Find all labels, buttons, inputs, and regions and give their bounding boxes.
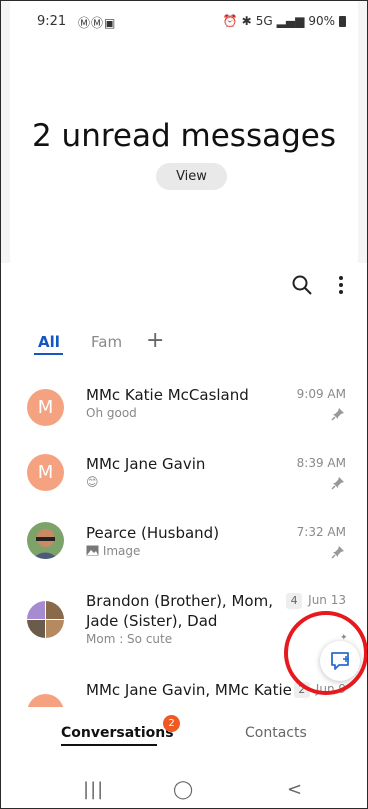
recents-button[interactable]: ||| bbox=[83, 779, 104, 800]
conversation-row[interactable]: M MMc Jane Gavin 😊 8:39 AM bbox=[1, 451, 367, 521]
message-count-badge: 4 bbox=[286, 593, 303, 609]
status-time: 9:21 bbox=[37, 14, 67, 29]
network-label: 5G bbox=[255, 14, 273, 28]
conversation-name: MMc Jane Gavin, MMc Katie bbox=[86, 681, 292, 699]
tab-fam[interactable]: Fam bbox=[91, 333, 122, 351]
more-options-icon[interactable] bbox=[334, 274, 348, 296]
view-button[interactable]: View bbox=[156, 163, 227, 190]
avatar: M bbox=[27, 389, 64, 426]
highlight-circle bbox=[284, 611, 367, 695]
phone-screen: 9:21 ⓂⓂ▣ ⏰ ✱ 5G ▂▄▆ 90% 2 unread message… bbox=[0, 0, 368, 809]
tab-contacts[interactable]: Contacts bbox=[245, 725, 307, 741]
search-icon[interactable] bbox=[291, 274, 313, 296]
pin-icon bbox=[331, 477, 344, 490]
tab-all[interactable]: All bbox=[38, 333, 60, 351]
avatar: M bbox=[27, 454, 64, 491]
home-button[interactable]: ◯ bbox=[173, 779, 193, 800]
conversation-name: MMc Jane Gavin bbox=[86, 455, 206, 473]
battery-icon bbox=[339, 15, 346, 27]
battery-percent: 90% bbox=[308, 14, 335, 28]
conversation-preview: 😊 bbox=[86, 475, 99, 489]
avatar bbox=[27, 522, 64, 559]
conversation-row[interactable]: M MMc Katie McCasland Oh good 9:09 AM bbox=[1, 381, 367, 451]
back-button[interactable]: < bbox=[287, 779, 302, 800]
status-bar: 9:21 ⓂⓂ▣ ⏰ ✱ 5G ▂▄▆ 90% bbox=[1, 1, 367, 41]
conversation-meta: 4 Jun 13 bbox=[286, 593, 346, 609]
signal-icon: ▂▄▆ bbox=[276, 14, 305, 28]
alarm-icon: ⏰ bbox=[222, 14, 238, 28]
conversation-name: MMc Katie McCasland bbox=[86, 386, 249, 404]
conversation-name: Pearce (Husband) bbox=[86, 524, 220, 542]
status-right: ⏰ ✱ 5G ▂▄▆ 90% bbox=[223, 14, 346, 28]
conversation-name-line2: Jade (Sister), Dad bbox=[86, 612, 218, 630]
notification-icons: ⓂⓂ▣ bbox=[78, 16, 117, 30]
tab-all-underline bbox=[34, 353, 63, 355]
pin-icon bbox=[331, 546, 344, 559]
add-category-button[interactable]: + bbox=[146, 328, 164, 353]
conversation-time: 8:39 AM bbox=[296, 456, 346, 470]
tab-conversations-underline bbox=[61, 744, 157, 746]
conversation-time: 7:32 AM bbox=[296, 525, 346, 539]
preview-text: Image bbox=[102, 544, 141, 558]
conversation-preview: Oh good bbox=[86, 406, 137, 420]
conversation-time: Jun 13 bbox=[308, 593, 346, 607]
image-icon bbox=[86, 545, 99, 556]
unread-badge: 2 bbox=[163, 715, 180, 732]
pin-icon bbox=[331, 408, 344, 421]
conversation-preview: Image bbox=[86, 544, 140, 558]
avatar bbox=[27, 694, 64, 707]
group-avatar bbox=[27, 601, 64, 638]
conversation-time: 9:09 AM bbox=[296, 387, 346, 401]
bluetooth-icon: ✱ bbox=[241, 14, 252, 28]
tab-conversations[interactable]: Conversations bbox=[61, 725, 174, 741]
conversation-name: Brandon (Brother), Mom, bbox=[86, 592, 273, 610]
conversation-preview: Mom : So cute bbox=[86, 632, 173, 646]
page-title: 2 unread messages bbox=[31, 118, 336, 154]
conversation-row[interactable]: Pearce (Husband) Image 7:32 AM bbox=[1, 519, 367, 589]
